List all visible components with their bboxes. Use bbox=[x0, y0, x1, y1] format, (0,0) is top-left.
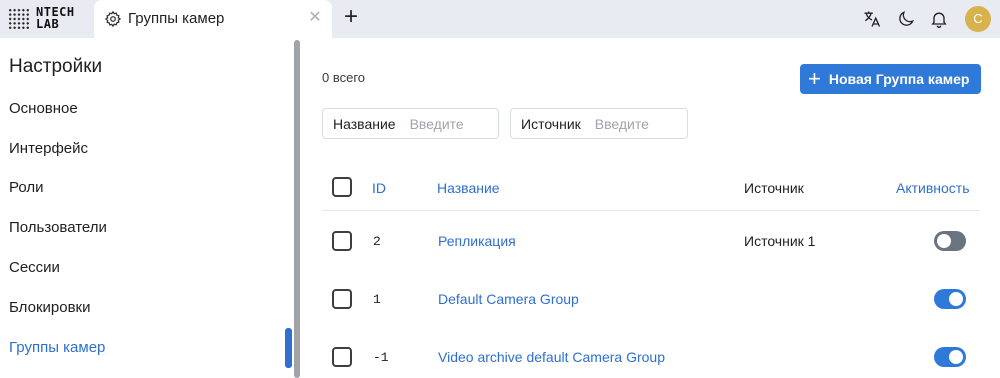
row-id: -1 bbox=[373, 350, 389, 365]
main-content: 0 всего + Новая Группа камер Название Вв… bbox=[300, 38, 1000, 378]
plus-icon: + bbox=[808, 66, 821, 91]
row-id: 1 bbox=[373, 292, 381, 307]
bell-icon[interactable] bbox=[929, 9, 949, 29]
row-id: 2 bbox=[373, 234, 381, 249]
sidebar-item-interface[interactable]: Интерфейс bbox=[9, 138, 88, 160]
add-tab-button[interactable]: + bbox=[340, 5, 362, 30]
column-header-active[interactable]: Активность bbox=[896, 180, 970, 196]
row-checkbox[interactable] bbox=[332, 347, 352, 367]
gear-icon bbox=[104, 10, 122, 28]
name-filter-label: Название bbox=[333, 115, 396, 132]
sidebar-item-roles[interactable]: Роли bbox=[9, 177, 44, 199]
logo-text-line2: LAB bbox=[36, 17, 60, 31]
ntech-lab-logo[interactable]: NTECH LAB bbox=[8, 6, 92, 34]
moon-icon[interactable] bbox=[896, 9, 916, 29]
sidebar-item-general[interactable]: Основное bbox=[9, 98, 78, 120]
active-nav-indicator bbox=[285, 328, 292, 368]
translate-icon[interactable] bbox=[862, 9, 882, 29]
source-filter-placeholder[interactable]: Введите bbox=[595, 116, 649, 132]
new-camera-group-button[interactable]: + Новая Группа камер bbox=[800, 64, 981, 94]
top-bar: NTECH LAB Группы камер ✕ + C bbox=[0, 0, 1000, 38]
name-filter-placeholder[interactable]: Введите bbox=[410, 116, 464, 132]
active-toggle[interactable] bbox=[934, 347, 966, 367]
sidebar-item-camera-groups[interactable]: Группы камер bbox=[9, 337, 105, 359]
tab-label: Группы камер bbox=[128, 10, 225, 27]
column-header-id[interactable]: ID bbox=[372, 180, 386, 196]
row-name-link[interactable]: Video archive default Camera Group bbox=[438, 349, 665, 365]
sidebar-item-sessions[interactable]: Сессии bbox=[9, 257, 60, 279]
select-all-checkbox[interactable] bbox=[332, 177, 352, 197]
column-header-name[interactable]: Название bbox=[437, 180, 500, 196]
source-filter-field[interactable]: Источник Введите bbox=[510, 108, 688, 139]
settings-sidebar: Настройки Основное Интерфейс Роли Пользо… bbox=[0, 38, 300, 378]
total-count: 0 всего bbox=[322, 70, 366, 85]
sidebar-item-blocklists[interactable]: Блокировки bbox=[9, 297, 90, 319]
header-divider bbox=[322, 210, 980, 211]
source-filter-label: Источник bbox=[521, 115, 581, 132]
column-header-source: Источник bbox=[744, 180, 804, 196]
sidebar-title: Настройки bbox=[9, 56, 103, 77]
name-filter-field[interactable]: Название Введите bbox=[322, 108, 499, 139]
logo-dots-icon bbox=[8, 8, 30, 30]
row-source: Источник 1 bbox=[744, 233, 816, 249]
sidebar-item-users[interactable]: Пользователи bbox=[9, 217, 107, 239]
row-checkbox[interactable] bbox=[332, 289, 352, 309]
tab-camera-groups[interactable]: Группы камер ✕ bbox=[94, 0, 332, 38]
row-checkbox[interactable] bbox=[332, 231, 352, 251]
active-toggle[interactable] bbox=[934, 231, 966, 251]
avatar[interactable]: C bbox=[965, 6, 991, 32]
new-camera-group-label: Новая Группа камер bbox=[828, 71, 970, 87]
row-name-link[interactable]: Репликация bbox=[438, 233, 516, 249]
active-toggle[interactable] bbox=[934, 289, 966, 309]
row-name-link[interactable]: Default Camera Group bbox=[438, 291, 579, 307]
close-icon[interactable]: ✕ bbox=[306, 9, 324, 27]
